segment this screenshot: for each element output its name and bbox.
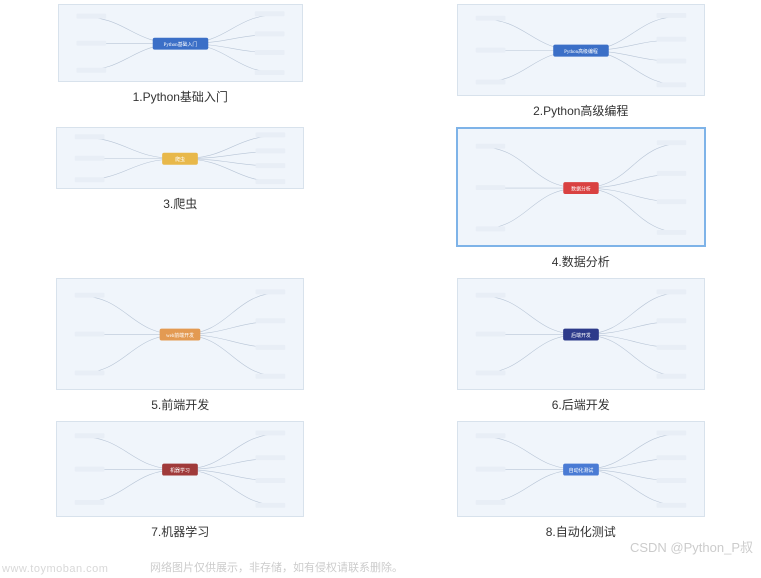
thumbnail-cell: 机器学习 7.机器学习 bbox=[20, 421, 341, 540]
svg-text:Python高级编程: Python高级编程 bbox=[564, 48, 598, 55]
thumbnail-caption: 1.Python基础入门 bbox=[133, 88, 228, 105]
thumbnail-cell: Python高级编程 2.Python高级编程 bbox=[421, 4, 742, 119]
mindmap-thumbnail[interactable]: web前端开发 bbox=[56, 278, 304, 390]
svg-text:自动化测试: 自动化测试 bbox=[568, 467, 593, 474]
thumbnail-cell: 后端开发 6.后端开发 bbox=[421, 278, 742, 413]
watermark-csdn: CSDN @Python_P叔 bbox=[630, 537, 753, 556]
thumbnail-cell: web前端开发 5.前端开发 bbox=[20, 278, 341, 413]
mindmap-thumbnail[interactable]: 后端开发 bbox=[457, 278, 705, 390]
thumbnail-cell: 爬虫 3.爬虫 bbox=[20, 127, 341, 270]
thumbnail-caption: 5.前端开发 bbox=[151, 396, 209, 413]
thumbnail-caption: 2.Python高级编程 bbox=[533, 102, 628, 119]
thumbnail-caption: 8.自动化测试 bbox=[546, 523, 616, 540]
mindmap-thumbnail[interactable]: 自动化测试 bbox=[457, 421, 705, 517]
image-notice: 网络图片仅供展示，非存储，如有侵权请联系删除。 bbox=[150, 559, 403, 575]
mindmap-thumbnail[interactable]: Python高级编程 bbox=[457, 4, 705, 96]
thumbnail-cell: 数据分析 4.数据分析 bbox=[421, 127, 742, 270]
thumbnail-caption: 4.数据分析 bbox=[552, 253, 610, 270]
thumbnail-cell: 自动化测试 8.自动化测试 bbox=[421, 421, 742, 540]
svg-text:后端开发: 后端开发 bbox=[571, 332, 591, 339]
svg-text:爬虫: 爬虫 bbox=[175, 156, 185, 163]
thumbnail-caption: 3.爬虫 bbox=[163, 195, 197, 212]
thumbnail-caption: 6.后端开发 bbox=[552, 396, 610, 413]
mindmap-thumbnail[interactable]: 机器学习 bbox=[56, 421, 304, 517]
mindmap-thumbnail[interactable]: 爬虫 bbox=[56, 127, 304, 189]
thumbnail-cell: Python基础入门 1.Python基础入门 bbox=[20, 4, 341, 119]
svg-text:web前端开发: web前端开发 bbox=[166, 332, 194, 339]
svg-text:Python基础入门: Python基础入门 bbox=[163, 41, 197, 48]
thumbnail-grid: Python基础入门 1.Python基础入门 Python高级编程 2.Pyt… bbox=[0, 0, 761, 544]
svg-text:数据分析: 数据分析 bbox=[571, 185, 591, 192]
svg-text:机器学习: 机器学习 bbox=[170, 467, 190, 474]
watermark-domain: www.toymoban.com bbox=[2, 563, 108, 575]
mindmap-thumbnail[interactable]: 数据分析 bbox=[456, 127, 706, 247]
mindmap-thumbnail[interactable]: Python基础入门 bbox=[58, 4, 303, 82]
thumbnail-caption: 7.机器学习 bbox=[151, 523, 209, 540]
